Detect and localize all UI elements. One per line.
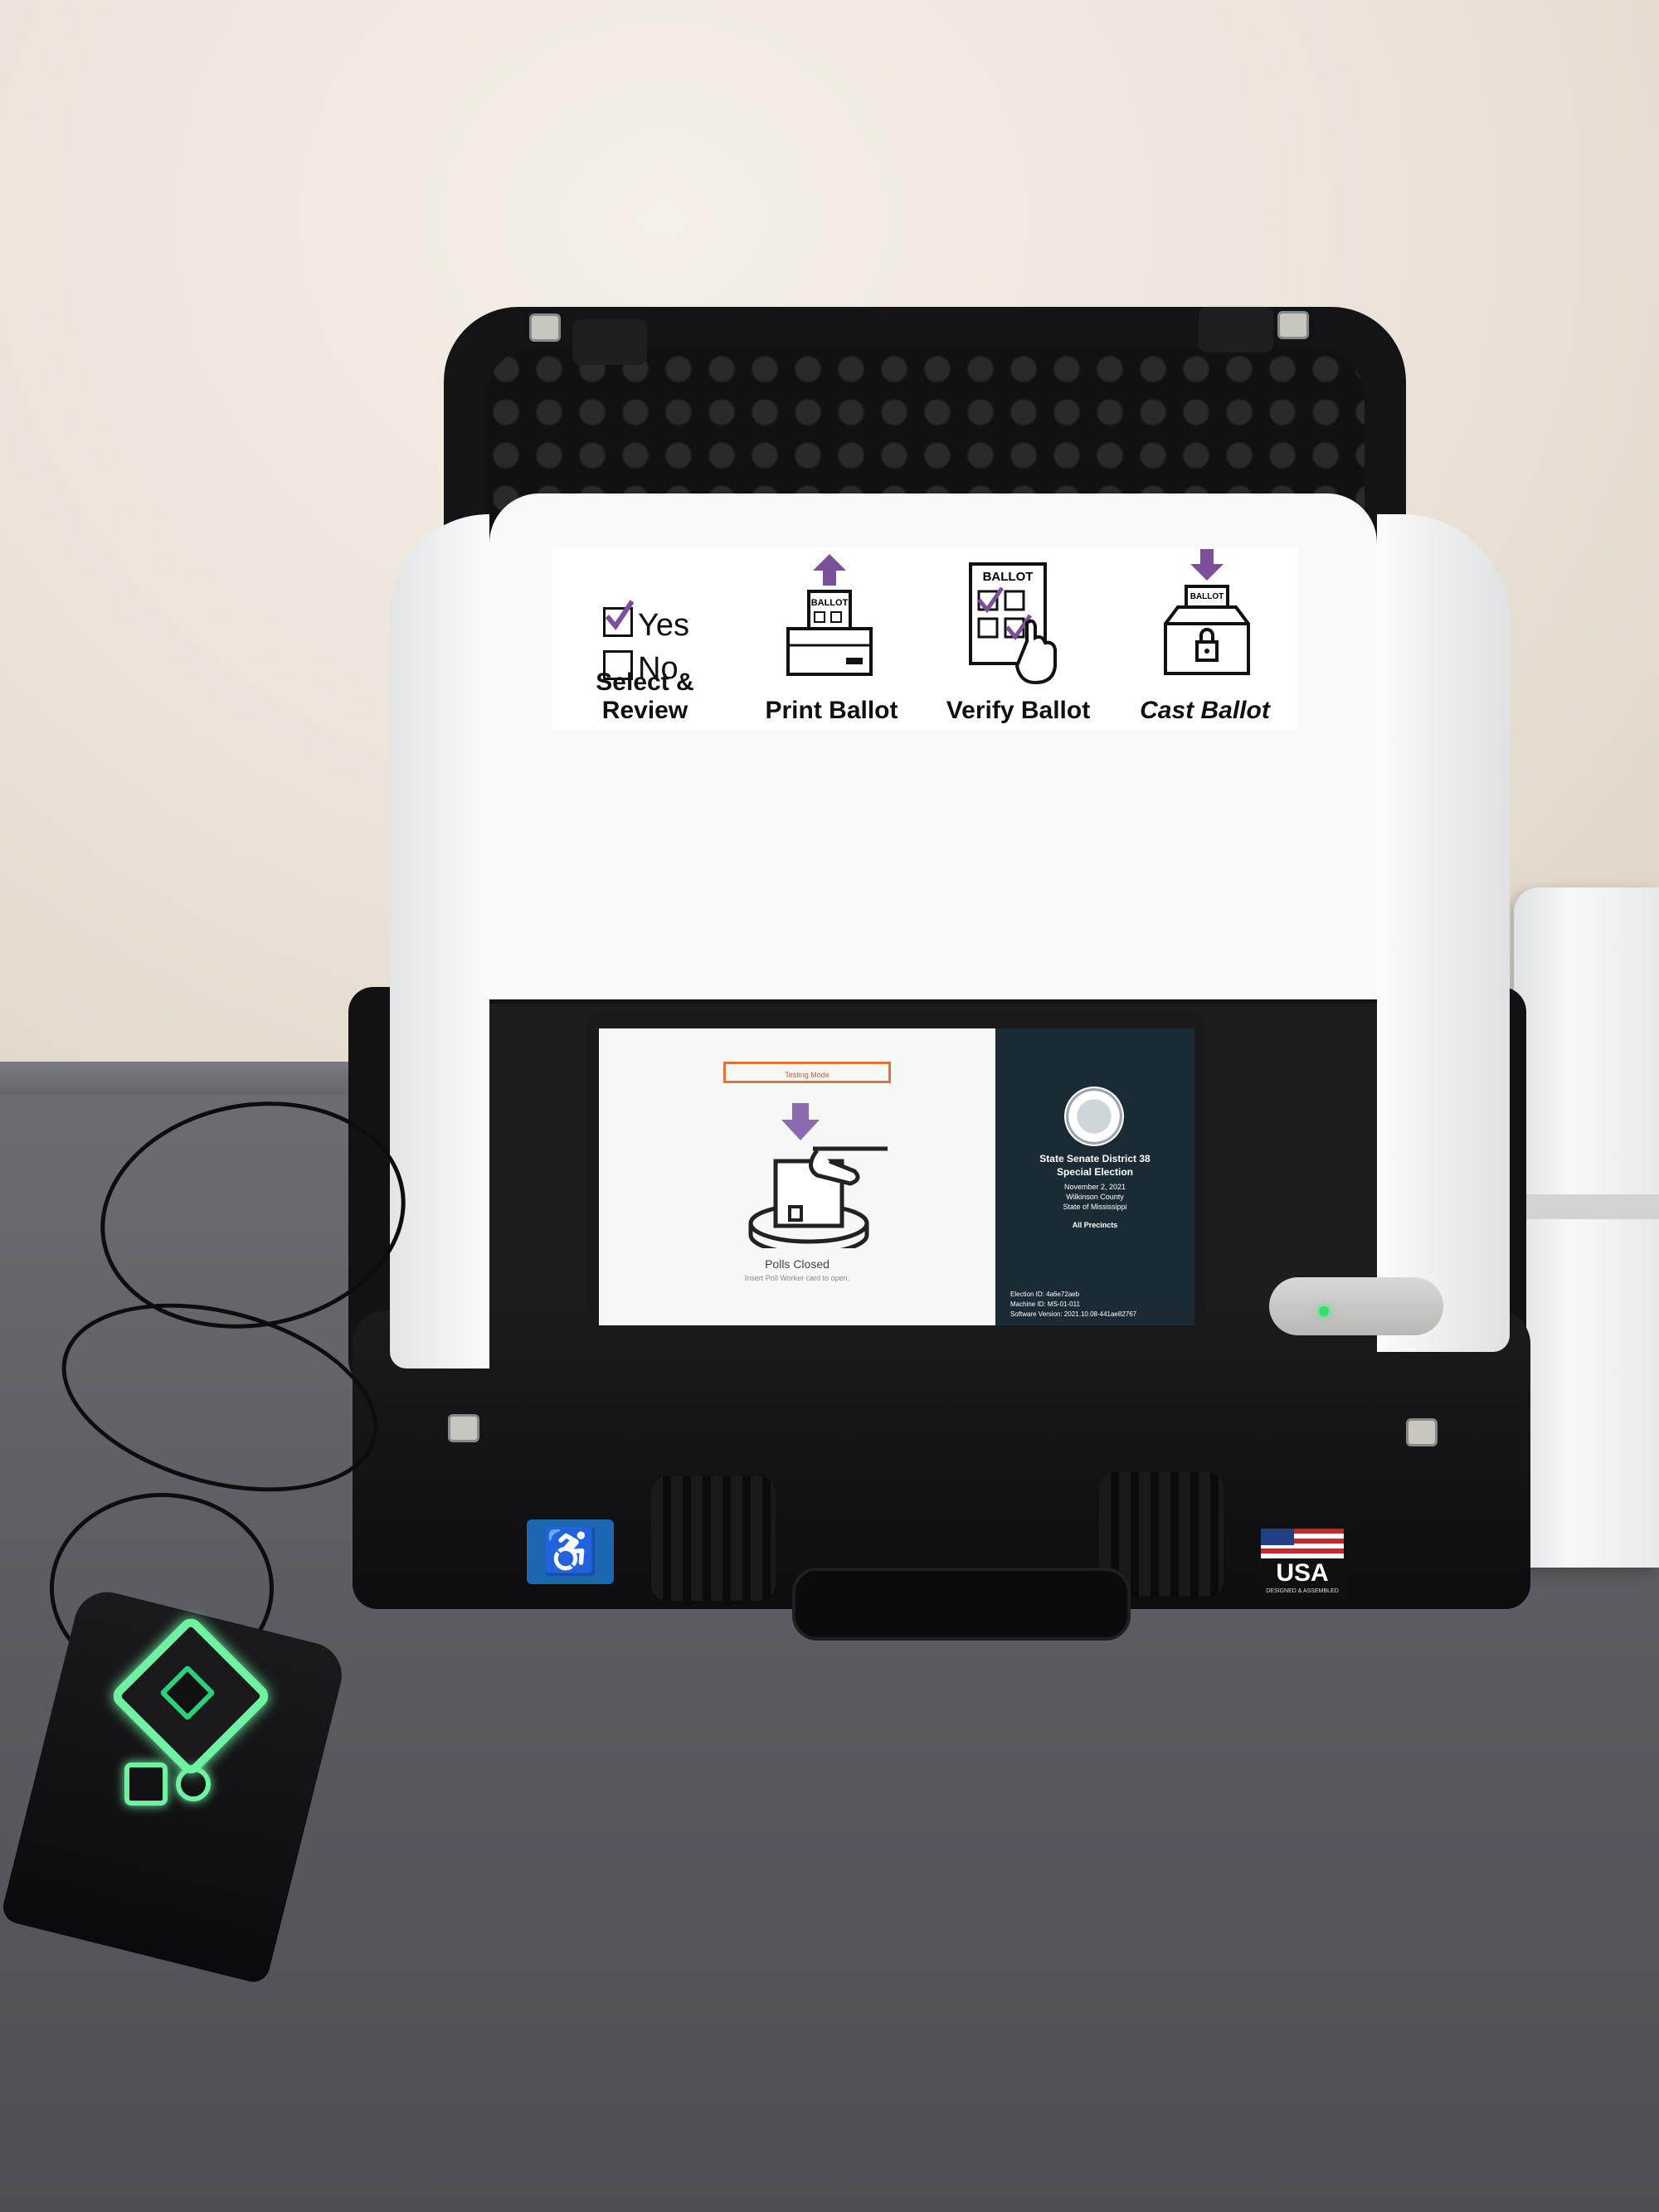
mississippi-seal-icon xyxy=(1064,1087,1124,1146)
election-date-text: November 2, 2021 xyxy=(1063,1183,1126,1191)
usa-sub-label: DESIGNED & ASSEMBLED xyxy=(1266,1588,1339,1594)
lid-latch-left xyxy=(572,319,647,365)
poll-worker-instruction: Insert Poll Worker card to open. xyxy=(744,1274,850,1282)
yes-label: Yes xyxy=(638,608,689,643)
testing-mode-badge-front: Testing Mode xyxy=(723,1062,891,1083)
step-print-ballot: BALLOT Print Ballot xyxy=(738,547,925,730)
step-label-print-ballot: Print Ballot xyxy=(765,697,898,724)
accessibility-icon: ♿ xyxy=(527,1519,614,1584)
step-cast-ballot: BALLOT Cast Ballot xyxy=(1112,547,1298,730)
election-name-2: Special Election xyxy=(1056,1166,1134,1178)
software-version-text: Software Version: 2021.10.08-441ae82767 xyxy=(1010,1310,1137,1318)
polls-closed-label: Polls Closed xyxy=(765,1257,830,1271)
election-precincts-text: All Precincts xyxy=(1072,1221,1118,1229)
case-handle[interactable] xyxy=(792,1568,1131,1641)
privacy-screen-right-wing xyxy=(1377,514,1510,1352)
card-reader[interactable] xyxy=(1269,1277,1443,1335)
card-reader-led xyxy=(1319,1306,1329,1316)
step-select-review: Yes No Select & Review xyxy=(552,547,738,730)
lid-bolt-left xyxy=(529,314,561,342)
instruction-strip: Yes No Select & Review BALLOT Print Ball… xyxy=(552,547,1298,730)
case-bolt-right xyxy=(1406,1418,1438,1446)
cast-ballot-icon: BALLOT xyxy=(1164,549,1250,675)
usa-label: USA xyxy=(1276,1559,1329,1587)
flag-canton xyxy=(1261,1529,1294,1545)
print-ballot-icon: BALLOT xyxy=(786,554,873,676)
printer-edge xyxy=(1510,1194,1659,1219)
election-name-1: State Senate District 38 xyxy=(1039,1153,1151,1164)
step-label-cast-ballot: Cast Ballot xyxy=(1140,697,1270,724)
testing-mode-text: Testing Mode xyxy=(785,1071,830,1079)
cast-ballot-word: BALLOT xyxy=(1190,592,1224,601)
verify-ballot-icon: BALLOT xyxy=(969,562,1057,685)
machine-id-text: Machine ID: MS-01-011 xyxy=(1010,1300,1080,1308)
lid-bolt-right xyxy=(1277,311,1309,339)
privacy-screen-left-wing xyxy=(390,514,489,1369)
insert-card-ballot-icon xyxy=(748,1103,888,1248)
election-id-text: Election ID: 4a6e72aeb xyxy=(1010,1291,1080,1298)
lid-latch-right xyxy=(1199,307,1273,352)
step-label-verify-ballot: Verify Ballot xyxy=(946,697,1091,724)
controller-help-button[interactable] xyxy=(124,1762,168,1806)
step-label-select-review: Select & Review xyxy=(596,668,694,724)
case-bolt-left xyxy=(448,1414,479,1442)
election-county-text: Wilkinson County xyxy=(1066,1193,1124,1201)
step-verify-ballot: BALLOT Verify Ballot xyxy=(925,547,1112,730)
checked-box-icon xyxy=(603,600,634,637)
election-state-text: State of Mississippi xyxy=(1063,1203,1127,1211)
verify-ballot-word: BALLOT xyxy=(983,570,1034,584)
print-ballot-word: BALLOT xyxy=(811,598,849,608)
controller-pause-button[interactable] xyxy=(176,1767,211,1801)
printer xyxy=(1514,887,1659,1568)
case-hinge-left xyxy=(651,1476,776,1601)
